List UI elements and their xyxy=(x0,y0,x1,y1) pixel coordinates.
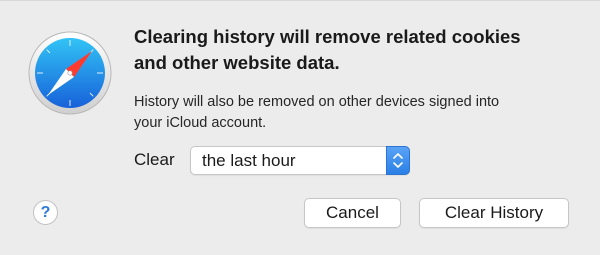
dialog-message-line-1: History will also be removed on other de… xyxy=(134,94,500,110)
dialog-title: Clearing history will remove related coo… xyxy=(134,24,574,76)
safari-icon xyxy=(28,31,112,115)
dialog-title-line-2: and other website data. xyxy=(134,52,340,73)
clear-range-value: the last hour xyxy=(202,151,296,170)
clear-history-dialog: Clearing history will remove related coo… xyxy=(0,0,600,255)
clear-range-label: Clear xyxy=(134,150,175,169)
dialog-title-line-1: Clearing history will remove related coo… xyxy=(134,26,521,47)
help-button[interactable]: ? xyxy=(33,200,58,225)
dialog-message-line-2: your iCloud account. xyxy=(134,115,267,131)
updown-chevron-icon xyxy=(386,146,410,175)
clear-history-button[interactable]: Clear History xyxy=(419,198,569,228)
clear-range-select[interactable]: the last hour xyxy=(190,146,410,175)
dialog-message: History will also be removed on other de… xyxy=(134,92,554,134)
cancel-button[interactable]: Cancel xyxy=(304,198,401,228)
